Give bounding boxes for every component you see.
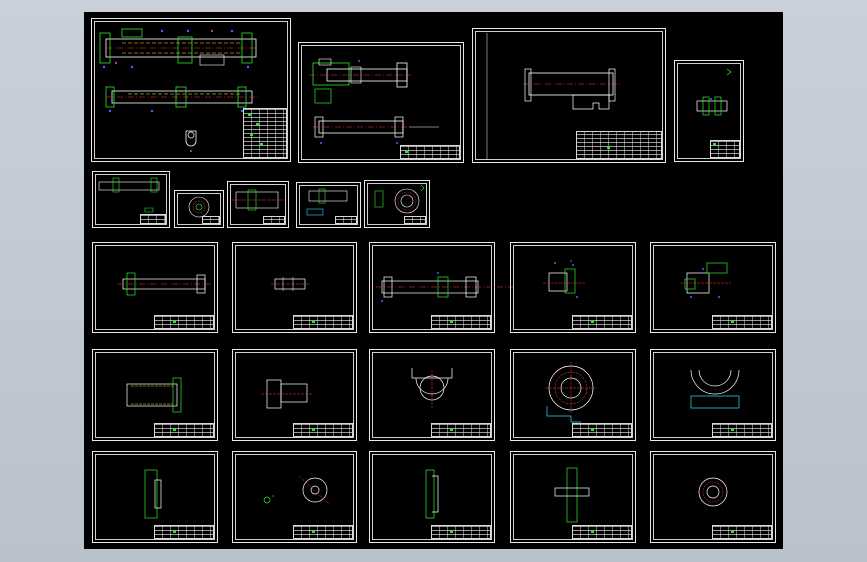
title-block (710, 140, 740, 158)
sheet-r5-5[interactable] (650, 451, 776, 543)
title-block (404, 216, 426, 224)
sheet-r5-4[interactable] (510, 451, 636, 543)
title-block (400, 145, 460, 159)
sheet-small-4[interactable] (296, 182, 361, 228)
sheet-small-3[interactable] (227, 181, 289, 228)
title-block (243, 108, 287, 158)
title-block (572, 423, 632, 437)
sheet-small-1[interactable] (92, 171, 170, 228)
title-block (140, 214, 166, 224)
title-block (293, 423, 353, 437)
title-block (293, 315, 353, 329)
model-space-canvas[interactable] (84, 12, 783, 549)
sheet-r3-4[interactable] (510, 242, 636, 333)
title-block (263, 216, 285, 224)
sheet-small-2[interactable] (174, 190, 224, 228)
sheet-r3-5[interactable] (650, 242, 776, 333)
sheet-part-detail-a[interactable] (674, 60, 744, 162)
title-block (572, 315, 632, 329)
sheet-small-5[interactable] (364, 180, 430, 228)
sheet-r5-3[interactable] (369, 451, 495, 543)
sheet-r4-4[interactable] (510, 349, 636, 441)
sheet-r4-1[interactable] (92, 349, 218, 441)
sheet-r3-2[interactable] (232, 242, 357, 333)
title-block (576, 131, 662, 159)
title-block (431, 423, 491, 437)
title-block (335, 216, 357, 224)
title-block (712, 315, 772, 329)
sheet-subassembly[interactable] (298, 42, 464, 163)
sheet-r5-1[interactable] (92, 451, 218, 543)
sheet-r3-3[interactable] (369, 242, 516, 333)
sheet-housing-assembly[interactable] (472, 28, 666, 163)
title-block (572, 525, 632, 539)
sheet-r3-1[interactable] (92, 242, 218, 333)
sheet-r4-5[interactable] (650, 349, 776, 441)
sheet-r4-3[interactable] (369, 349, 495, 441)
title-block (431, 525, 491, 539)
title-block (154, 315, 214, 329)
title-block (712, 423, 772, 437)
sheet-r5-2[interactable] (232, 451, 357, 543)
title-block (154, 525, 214, 539)
title-block (202, 216, 220, 224)
title-block (293, 525, 353, 539)
title-block (154, 423, 214, 437)
sheet-main-assembly[interactable] (91, 18, 291, 162)
title-block (431, 315, 491, 329)
sheet-r4-2[interactable] (232, 349, 357, 441)
title-block (712, 525, 772, 539)
